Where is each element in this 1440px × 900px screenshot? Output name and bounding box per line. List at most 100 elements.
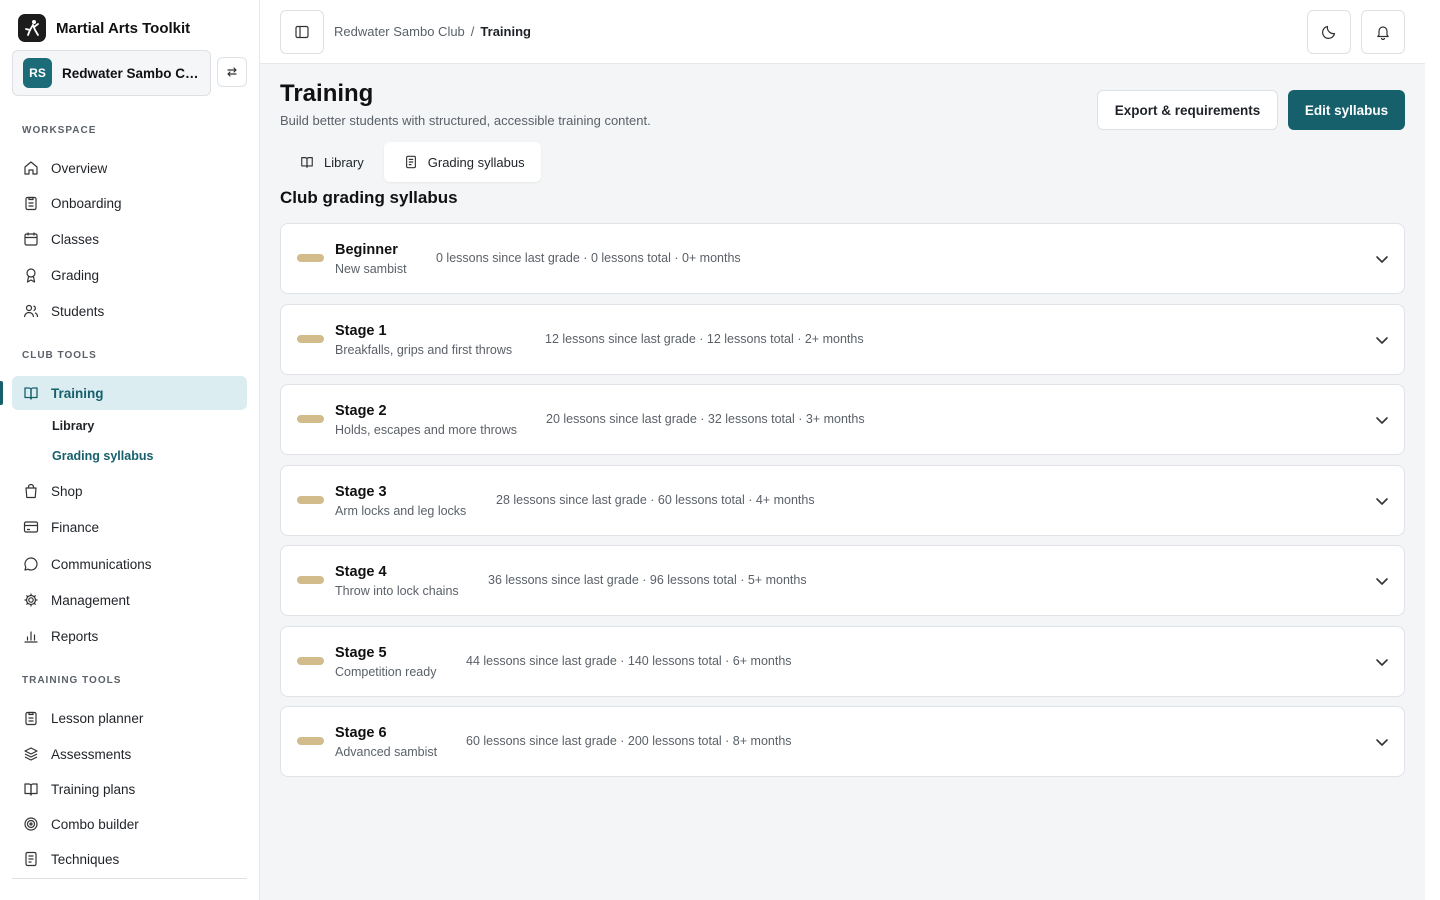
grade-requirements: 28 lessons since last grade · 60 lessons… [496, 493, 815, 507]
nav-item-students[interactable]: Students [12, 294, 247, 328]
section-label-training-tools: TRAINING TOOLS [22, 675, 122, 686]
sidebar-toggle-icon [295, 25, 309, 39]
nav-label: Grading [51, 267, 100, 283]
grade-card-beginner[interactable]: Beginner New sambist 0 lessons since las… [280, 223, 1405, 294]
app-name: Martial Arts Toolkit [56, 19, 191, 37]
shopping-bag-icon [25, 483, 37, 499]
grade-description: New sambist [335, 262, 407, 276]
nav-item-training-plans[interactable]: Training plans [12, 772, 247, 806]
grade-requirements: 12 lessons since last grade · 12 lessons… [545, 332, 864, 346]
bar-chart-icon [24, 631, 38, 643]
target-icon [24, 817, 38, 831]
nav-label: Students [51, 303, 105, 319]
toggle-sidebar-button[interactable] [280, 10, 324, 54]
nav-item-management[interactable]: Management [12, 583, 247, 617]
theme-toggle-button[interactable] [1307, 10, 1351, 54]
grade-requirements: 20 lessons since last grade · 32 lessons… [546, 412, 865, 426]
grade-card-stage-3[interactable]: Stage 3 Arm locks and leg locks 28 lesso… [280, 465, 1405, 536]
breadcrumb-parent[interactable]: Redwater Sambo Club [334, 24, 465, 39]
nav-item-communications[interactable]: Communications [12, 547, 247, 581]
tab-grading-syllabus[interactable]: Grading syllabus [383, 142, 541, 182]
nav-label: Assessments [51, 746, 132, 762]
nav-item-grading[interactable]: Grading [12, 258, 247, 292]
nav-item-finance[interactable]: Finance [12, 510, 247, 544]
scrollbar-gutter [1425, 0, 1440, 900]
belt-swatch [297, 415, 324, 423]
edit-syllabus-button[interactable]: Edit syllabus [1288, 90, 1405, 130]
notifications-button[interactable] [1361, 10, 1405, 54]
nav-label: Management [51, 592, 130, 608]
grade-name: Stage 6 [335, 725, 387, 741]
tab-label: Library [324, 154, 364, 170]
award-icon [26, 268, 36, 283]
page-title: Training [280, 80, 374, 107]
document-icon [25, 851, 37, 867]
switch-club-button[interactable] [217, 57, 247, 87]
clipboard-icon [25, 196, 37, 211]
home-icon [24, 161, 38, 175]
tab-library[interactable]: Library [280, 142, 380, 182]
grade-name: Stage 5 [335, 645, 387, 661]
nav-item-reports[interactable]: Reports [12, 619, 247, 653]
club-selector[interactable]: RS Redwater Sambo Club [12, 50, 211, 96]
gear-icon [24, 593, 38, 607]
chevron-down-icon[interactable] [1374, 654, 1390, 670]
belt-swatch [297, 657, 324, 665]
grade-card-stage-2[interactable]: Stage 2 Holds, escapes and more throws 2… [280, 384, 1405, 455]
tab-label: Grading syllabus [427, 154, 525, 170]
document-icon [405, 155, 416, 169]
nav-label: Communications [51, 556, 152, 572]
grade-name: Stage 3 [335, 484, 387, 500]
breadcrumb: Redwater Sambo Club / Training [334, 24, 531, 39]
grade-card-stage-4[interactable]: Stage 4 Throw into lock chains 36 lesson… [280, 545, 1405, 616]
club-name: Redwater Sambo Club [62, 65, 200, 81]
grade-description: Advanced sambist [335, 745, 438, 759]
sidebar-divider [12, 878, 247, 879]
chevron-down-icon[interactable] [1374, 332, 1390, 348]
grade-name: Beginner [335, 242, 398, 258]
export-requirements-button[interactable]: Export & requirements [1097, 90, 1278, 130]
nav-item-training[interactable]: Training [12, 376, 247, 410]
nav-label: Training [51, 385, 104, 401]
chevron-down-icon[interactable] [1374, 573, 1390, 589]
breadcrumb-separator: / [470, 24, 475, 39]
subnav-item-library[interactable]: Library [52, 419, 94, 433]
belt-swatch [297, 576, 324, 584]
belt-swatch [297, 496, 324, 504]
sidebar: Martial Arts Toolkit RS Redwater Sambo C… [0, 0, 260, 900]
nav-label: Combo builder [51, 816, 139, 832]
message-icon [24, 557, 38, 571]
nav-item-lesson-planner[interactable]: Lesson planner [12, 701, 247, 735]
nav-item-techniques[interactable]: Techniques [12, 842, 247, 876]
grade-name: Stage 4 [335, 564, 387, 580]
book-open-icon [301, 157, 313, 168]
chevron-down-icon[interactable] [1374, 251, 1390, 267]
nav-item-combo-builder[interactable]: Combo builder [12, 807, 247, 841]
nav-item-classes[interactable]: Classes [12, 222, 247, 256]
page-subtitle: Build better students with structured, a… [280, 113, 651, 128]
nav-label: Techniques [51, 851, 120, 867]
nav-item-assessments[interactable]: Assessments [12, 737, 247, 771]
grade-description: Breakfalls, grips and first throws [335, 343, 513, 357]
chevron-down-icon[interactable] [1374, 412, 1390, 428]
club-avatar: RS [23, 58, 52, 88]
bell-icon [1377, 26, 1389, 40]
belt-swatch [297, 254, 324, 262]
grade-requirements: 60 lessons since last grade · 200 lesson… [466, 734, 792, 748]
nav-item-onboarding[interactable]: Onboarding [12, 186, 247, 220]
grade-card-stage-6[interactable]: Stage 6 Advanced sambist 60 lessons sinc… [280, 706, 1405, 777]
grade-description: Throw into lock chains [335, 584, 459, 598]
grade-card-stage-5[interactable]: Stage 5 Competition ready 44 lessons sin… [280, 626, 1405, 697]
nav-item-shop[interactable]: Shop [12, 474, 247, 508]
subnav-item-grading-syllabus[interactable]: Grading syllabus [52, 449, 153, 463]
nav-label: Lesson planner [51, 710, 144, 726]
chevron-down-icon[interactable] [1374, 734, 1390, 750]
chevron-down-icon[interactable] [1374, 493, 1390, 509]
active-indicator [0, 381, 3, 405]
brand[interactable]: Martial Arts Toolkit [18, 14, 190, 42]
grade-card-stage-1[interactable]: Stage 1 Breakfalls, grips and first thro… [280, 304, 1405, 375]
app-logo-icon [18, 14, 46, 42]
belt-swatch [297, 737, 324, 745]
nav-item-overview[interactable]: Overview [12, 151, 247, 185]
book-open-icon [24, 387, 38, 400]
